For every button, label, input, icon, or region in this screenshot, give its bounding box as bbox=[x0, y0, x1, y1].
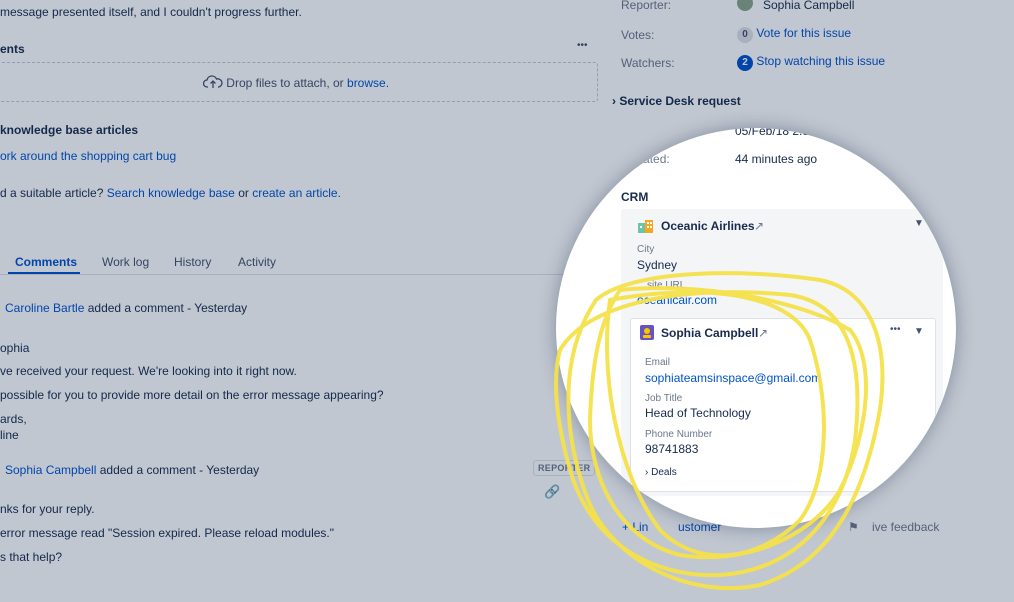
kb-heading: knowledge base articles bbox=[0, 123, 139, 137]
city-label: City bbox=[637, 244, 655, 255]
browse-link[interactable]: browse. bbox=[347, 76, 389, 90]
create-article-link[interactable]: create an article. bbox=[252, 186, 341, 200]
watchers-line: 2 Stop watching this issue bbox=[737, 54, 885, 71]
dropzone-text: Drop files to attach, or bbox=[226, 76, 344, 90]
comment-line: s that help? bbox=[0, 550, 63, 564]
comment-line: error message read "Session expired. Ple… bbox=[0, 526, 335, 540]
votes-line: 0 Vote for this issue bbox=[737, 26, 851, 43]
contact-name[interactable]: Sophia Campbell bbox=[661, 326, 758, 340]
deals-toggle[interactable]: › Deals bbox=[645, 467, 677, 478]
kb-prompt-line: d a suitable article? Search knowledge b… bbox=[0, 186, 341, 200]
phone-value: 98741883 bbox=[645, 442, 699, 456]
comment-author[interactable]: Sophia Campbell bbox=[5, 463, 96, 477]
external-link-icon[interactable]: ↗ bbox=[758, 326, 768, 340]
tab-comments[interactable]: Comments bbox=[15, 255, 77, 269]
chevron-down-icon[interactable]: ▼ bbox=[914, 326, 924, 337]
comment-meta: added a comment - Yesterday bbox=[99, 463, 260, 477]
reporter-label: Reporter: bbox=[621, 0, 672, 12]
vote-link[interactable]: Vote for this issue bbox=[756, 26, 851, 40]
more-icon[interactable]: ••• bbox=[890, 324, 901, 335]
chevron-right-icon: › bbox=[645, 467, 649, 478]
tab-activity[interactable]: Activity bbox=[238, 255, 276, 269]
service-desk-request-label: Service Desk request bbox=[619, 94, 741, 108]
job-title-label: Job Title bbox=[645, 393, 683, 404]
reporter-name[interactable]: Sophia Campbell bbox=[763, 0, 854, 12]
watchers-count-badge: 2 bbox=[737, 55, 753, 71]
upload-cloud-icon bbox=[202, 75, 226, 90]
comment-header: Caroline Bartle added a comment - Yester… bbox=[5, 301, 247, 315]
comment-line: ve received your request. We're looking … bbox=[0, 364, 297, 378]
comment-line: nks for your reply. bbox=[0, 502, 95, 516]
description-text: message presented itself, and I couldn't… bbox=[0, 5, 302, 19]
tabs-divider bbox=[0, 274, 602, 275]
org-name[interactable]: Oceanic Airlines bbox=[661, 219, 755, 233]
updated-value: 44 minutes ago bbox=[735, 152, 818, 166]
building-icon bbox=[637, 219, 654, 237]
chevron-right-icon: › bbox=[612, 94, 616, 108]
updated-label: Updated: bbox=[621, 152, 670, 166]
created-value: 05/Feb/18 2:39 PM bbox=[735, 128, 838, 138]
kb-or: or bbox=[238, 186, 249, 200]
votes-label: Votes: bbox=[621, 28, 655, 42]
stop-watching-link[interactable]: Stop watching this issue bbox=[756, 54, 885, 68]
kb-article-link[interactable]: ork around the shopping cart bug bbox=[0, 149, 176, 163]
city-value: Sydney bbox=[637, 258, 678, 272]
website-link[interactable]: oceanicair.com bbox=[637, 293, 717, 307]
email-link[interactable]: sophiateamsinspace@gmail.com bbox=[645, 371, 821, 385]
comment-line: ophia bbox=[0, 341, 30, 355]
comment-header: Sophia Campbell added a comment - Yester… bbox=[5, 463, 259, 477]
email-label: Email bbox=[645, 357, 671, 368]
search-kb-link[interactable]: Search knowledge base bbox=[107, 186, 235, 200]
avatar bbox=[737, 0, 753, 11]
contact-card bbox=[630, 318, 936, 492]
comment-meta: added a comment - Yesterday bbox=[87, 301, 248, 315]
kb-prompt: d a suitable article? bbox=[0, 186, 104, 200]
attachment-dropzone[interactable]: Drop files to attach, or browse. bbox=[0, 62, 598, 102]
comment-author[interactable]: Caroline Bartle bbox=[5, 301, 84, 315]
external-link-icon[interactable]: ↗ bbox=[754, 219, 764, 233]
comment-line: ards, bbox=[0, 412, 27, 426]
votes-count-badge: 0 bbox=[737, 27, 753, 43]
attachments-more-icon[interactable]: ••• bbox=[577, 40, 588, 51]
service-desk-request-toggle[interactable]: › Service Desk request bbox=[612, 94, 741, 108]
deals-label: Deals bbox=[651, 467, 677, 478]
crm-heading: CRM bbox=[621, 190, 649, 204]
chevron-down-icon[interactable]: ▼ bbox=[914, 218, 924, 229]
magnifier-lens: Created: 05/Feb/18 2:39 PM Updated: 44 m… bbox=[556, 128, 956, 528]
tab-work-log[interactable]: Work log bbox=[102, 255, 149, 269]
phone-label: Phone Number bbox=[645, 429, 713, 440]
tab-history[interactable]: History bbox=[174, 255, 211, 269]
website-label: site URL bbox=[647, 280, 686, 291]
comment-line: line bbox=[0, 428, 19, 442]
created-label: Created: bbox=[621, 128, 668, 138]
comment-line: possible for you to provide more detail … bbox=[0, 388, 384, 402]
watchers-label: Watchers: bbox=[621, 56, 675, 70]
attachments-heading: ents bbox=[0, 42, 25, 56]
contact-icon bbox=[639, 324, 655, 344]
job-title-value: Head of Technology bbox=[645, 406, 751, 420]
